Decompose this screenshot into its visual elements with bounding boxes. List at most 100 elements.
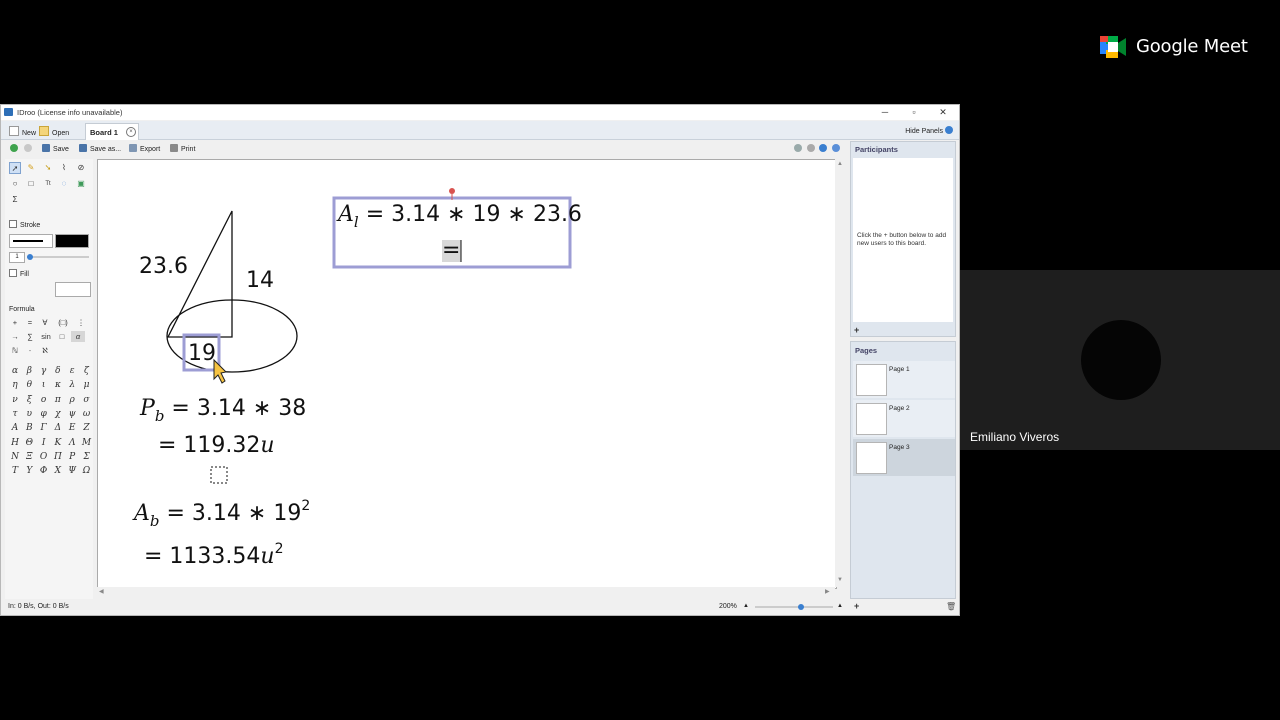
- formula-button[interactable]: ⸱: [24, 345, 36, 356]
- fullscreen-icon[interactable]: [794, 144, 802, 152]
- stroke-toggle[interactable]: Stroke: [9, 220, 40, 229]
- stroke-checkbox[interactable]: [9, 220, 17, 228]
- greek-letter-button[interactable]: Υ: [23, 465, 35, 477]
- greek-letter-button[interactable]: Σ: [81, 451, 93, 463]
- greek-letter-button[interactable]: Γ: [38, 422, 50, 434]
- trash-icon[interactable]: 🗑: [946, 602, 956, 611]
- settings-icon[interactable]: [807, 144, 815, 152]
- greek-letter-button[interactable]: Ψ: [66, 465, 78, 477]
- ellipse-tool-icon[interactable]: ○: [9, 178, 21, 190]
- formula-button[interactable]: ⋮: [75, 317, 87, 328]
- minimize-button[interactable]: ─: [873, 106, 897, 119]
- formula-button[interactable]: α: [71, 331, 85, 342]
- add-page-button[interactable]: +: [854, 601, 859, 611]
- select-tool-icon[interactable]: ➚: [9, 162, 21, 174]
- save-button[interactable]: Save: [42, 144, 69, 153]
- formula-button[interactable]: ℕ: [9, 345, 21, 356]
- scroll-left-icon[interactable]: ◀: [99, 588, 104, 595]
- export-button[interactable]: Export: [129, 144, 160, 153]
- greek-letter-button[interactable]: β: [23, 365, 35, 377]
- empty-formula-placeholder[interactable]: [210, 466, 228, 484]
- greek-letter-button[interactable]: Z: [81, 422, 93, 434]
- new-button[interactable]: New: [9, 126, 36, 137]
- greek-letter-button[interactable]: η: [9, 379, 21, 391]
- zoom-in-icon[interactable]: ▲: [837, 603, 843, 609]
- rectangle-tool-icon[interactable]: □: [25, 178, 37, 190]
- participant-tile[interactable]: Emiliano Viveros: [960, 270, 1280, 450]
- label-radius[interactable]: 19: [188, 341, 216, 366]
- greek-letter-button[interactable]: Λ: [66, 437, 78, 449]
- eraser-tool-icon[interactable]: ⊘: [75, 162, 87, 174]
- greek-letter-button[interactable]: Π: [52, 451, 64, 463]
- greek-letter-button[interactable]: E: [66, 422, 78, 434]
- pencil-tool-icon[interactable]: ✎: [25, 162, 37, 174]
- greek-letter-button[interactable]: B: [23, 422, 35, 434]
- line-style-select[interactable]: [9, 234, 53, 248]
- image-tool-icon[interactable]: ▣: [75, 178, 87, 190]
- formula-button[interactable]: +: [9, 317, 21, 328]
- text-tool-icon[interactable]: Tt: [42, 178, 54, 190]
- greek-letter-button[interactable]: ε: [66, 365, 78, 377]
- greek-letter-button[interactable]: α: [9, 365, 21, 377]
- hide-panels-button[interactable]: Hide Panels: [905, 126, 953, 135]
- greek-letter-button[interactable]: ρ: [66, 394, 78, 406]
- greek-letter-button[interactable]: χ: [52, 408, 64, 420]
- formula-button[interactable]: =: [24, 317, 36, 328]
- fill-toggle[interactable]: Fill: [9, 269, 29, 278]
- greek-letter-button[interactable]: I: [38, 437, 50, 449]
- page-item[interactable]: Page 2: [853, 400, 955, 437]
- greek-letter-button[interactable]: Ω: [81, 465, 93, 477]
- greek-letter-button[interactable]: θ: [23, 379, 35, 391]
- label-slant[interactable]: 23.6: [139, 254, 188, 279]
- tab-board-1[interactable]: Board 1 ×: [85, 123, 139, 140]
- close-button[interactable]: ✕: [931, 106, 955, 119]
- formula-button[interactable]: sin: [39, 331, 53, 342]
- horizontal-scrollbar[interactable]: ◀ ▶: [97, 587, 835, 597]
- add-user-button[interactable]: +: [854, 325, 859, 335]
- zoom-out-icon[interactable]: ▲: [743, 603, 749, 609]
- formula-lateral[interactable]: Al = 3.14 ∗ 19 ∗ 23.6: [338, 202, 582, 231]
- scroll-down-icon[interactable]: ▼: [837, 577, 843, 583]
- greek-letter-button[interactable]: H: [9, 437, 21, 449]
- maximize-button[interactable]: ▫: [902, 106, 926, 119]
- whiteboard-canvas[interactable]: 23.6 14 19 Pb = 3.14 ∗ 38 = 119.32u Ab =…: [97, 159, 837, 589]
- scroll-up-icon[interactable]: ▲: [837, 161, 843, 167]
- greek-letter-button[interactable]: ι: [38, 379, 50, 391]
- formula-button[interactable]: ∀: [39, 317, 51, 328]
- formula-tool-icon[interactable]: Σ: [9, 194, 21, 206]
- stroke-color-picker[interactable]: [55, 234, 89, 248]
- greek-letter-button[interactable]: κ: [52, 379, 64, 391]
- greek-letter-button[interactable]: μ: [81, 379, 93, 391]
- greek-letter-button[interactable]: ν: [9, 394, 21, 406]
- greek-letter-button[interactable]: φ: [38, 408, 50, 420]
- rotate-handle[interactable]: [449, 188, 455, 194]
- scroll-right-icon[interactable]: ▶: [825, 588, 830, 595]
- highlighter-tool-icon[interactable]: ➘: [42, 162, 54, 174]
- help-icon[interactable]: [832, 144, 840, 152]
- label-height[interactable]: 14: [246, 268, 274, 293]
- vertical-scrollbar[interactable]: ▲ ▼: [835, 159, 845, 587]
- page-item[interactable]: Page 3: [853, 439, 955, 476]
- greek-letter-button[interactable]: P: [66, 451, 78, 463]
- greek-letter-button[interactable]: ζ: [81, 365, 93, 377]
- comment-tool-icon[interactable]: ◌: [58, 178, 70, 190]
- info-icon[interactable]: [819, 144, 827, 152]
- greek-letter-button[interactable]: ω: [81, 408, 93, 420]
- formula-button[interactable]: ℵ: [39, 345, 51, 356]
- greek-letter-button[interactable]: X: [52, 465, 64, 477]
- stroke-width-slider[interactable]: [27, 254, 89, 260]
- greek-letter-button[interactable]: λ: [66, 379, 78, 391]
- greek-letter-button[interactable]: σ: [81, 394, 93, 406]
- greek-letter-button[interactable]: ψ: [66, 408, 78, 420]
- greek-letter-button[interactable]: υ: [23, 408, 35, 420]
- page-item[interactable]: Page 1: [853, 361, 955, 398]
- greek-letter-button[interactable]: Φ: [38, 465, 50, 477]
- formula-base-area[interactable]: Ab = 3.14 ∗ 192: [134, 498, 310, 530]
- formula-perimeter[interactable]: Pb = 3.14 ∗ 38: [140, 396, 306, 425]
- greek-letter-button[interactable]: A: [9, 422, 21, 434]
- greek-letter-button[interactable]: Ξ: [23, 451, 35, 463]
- greek-letter-button[interactable]: O: [38, 451, 50, 463]
- zoom-slider[interactable]: [755, 604, 833, 610]
- greek-letter-button[interactable]: δ: [52, 365, 64, 377]
- greek-letter-button[interactable]: γ: [38, 365, 50, 377]
